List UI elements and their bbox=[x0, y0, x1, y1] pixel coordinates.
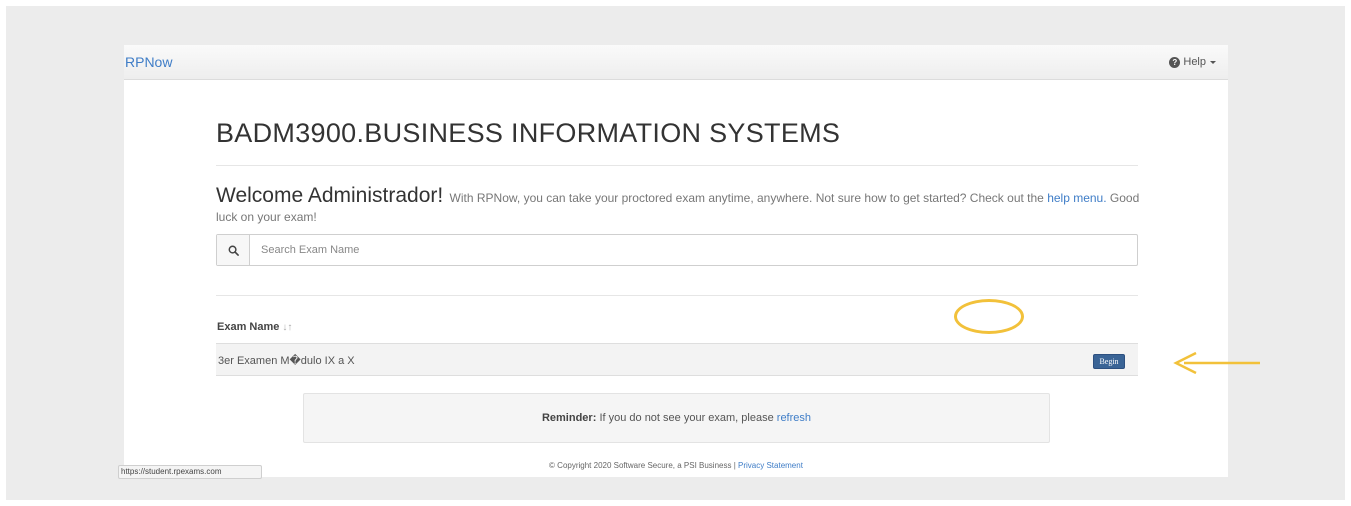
begin-button[interactable]: Begin bbox=[1093, 354, 1125, 369]
privacy-statement-link[interactable]: Privacy Statement bbox=[738, 461, 803, 470]
exam-name: 3er Examen M�dulo IX a X bbox=[218, 355, 355, 367]
column-header-label: Exam Name bbox=[217, 321, 280, 333]
help-dropdown[interactable]: ? Help bbox=[1169, 56, 1216, 68]
sort-icon[interactable]: ↓↑ bbox=[282, 322, 292, 333]
help-label: Help bbox=[1183, 56, 1206, 68]
table-row: 3er Examen M�dulo IX a X Begin bbox=[216, 343, 1138, 376]
welcome-heading: Welcome Administrador! bbox=[216, 184, 444, 207]
divider bbox=[216, 295, 1138, 296]
copyright-text: © Copyright 2020 Software Secure, a PSI … bbox=[549, 461, 736, 470]
question-circle-icon: ? bbox=[1169, 56, 1181, 68]
help-menu-link[interactable]: help menu. bbox=[1047, 191, 1106, 205]
page-title: BADM3900.BUSINESS INFORMATION SYSTEMS bbox=[216, 118, 841, 148]
column-header-exam-name[interactable]: Exam Name ↓↑ bbox=[217, 321, 292, 333]
search-icon bbox=[217, 235, 250, 265]
welcome-message: Welcome Administrador! With RPNow, you c… bbox=[216, 184, 1146, 227]
reminder-label: Reminder: bbox=[541, 412, 597, 424]
status-bar-url: https://student.rpexams.com bbox=[118, 465, 262, 479]
welcome-text: With RPNow, you can take your proctored … bbox=[449, 191, 1044, 205]
navbar: RPNow ? Help bbox=[124, 45, 1228, 80]
app-window: RPNow ? Help BADM3900.BUSINESS INFORMATI… bbox=[124, 45, 1228, 477]
highlight-circle-annotation bbox=[954, 299, 1024, 334]
search-bar bbox=[216, 234, 1138, 266]
arrow-left-icon bbox=[1173, 352, 1260, 374]
refresh-link[interactable]: refresh bbox=[777, 412, 811, 424]
footer: © Copyright 2020 Software Secure, a PSI … bbox=[124, 461, 1228, 470]
caret-down-icon bbox=[1210, 60, 1216, 64]
brand-link[interactable]: RPNow bbox=[125, 54, 172, 70]
reminder-box: Reminder: If you do not see your exam, p… bbox=[303, 393, 1050, 443]
search-input[interactable] bbox=[250, 235, 1137, 265]
reminder-text: If you do not see your exam, please bbox=[599, 412, 774, 424]
divider bbox=[216, 165, 1138, 166]
